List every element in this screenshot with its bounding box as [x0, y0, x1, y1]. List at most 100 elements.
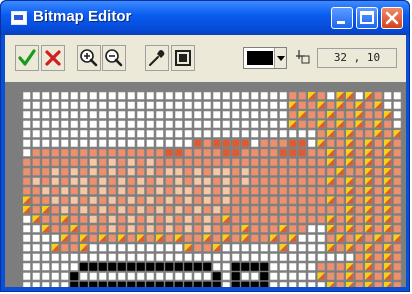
- zoom-in-button[interactable]: [77, 45, 101, 71]
- bitmap-pixel[interactable]: [269, 139, 278, 148]
- bitmap-pixel[interactable]: [117, 177, 126, 186]
- bitmap-pixel[interactable]: [108, 262, 117, 271]
- bitmap-pixel[interactable]: [41, 129, 50, 138]
- bitmap-pixel[interactable]: [155, 129, 164, 138]
- pixel-grid[interactable]: [5, 82, 406, 287]
- bitmap-pixel[interactable]: [288, 281, 297, 287]
- bitmap-pixel[interactable]: [155, 186, 164, 195]
- bitmap-pixel[interactable]: [222, 177, 231, 186]
- bitmap-pixel[interactable]: [374, 186, 383, 195]
- close-button[interactable]: [381, 7, 403, 29]
- bitmap-pixel[interactable]: [32, 272, 41, 281]
- bitmap-pixel[interactable]: [203, 158, 212, 167]
- bitmap-pixel[interactable]: [222, 167, 231, 176]
- bitmap-pixel[interactable]: [260, 205, 269, 214]
- bitmap-pixel[interactable]: [155, 177, 164, 186]
- bitmap-pixel[interactable]: [136, 91, 145, 100]
- bitmap-pixel[interactable]: [155, 262, 164, 271]
- bitmap-pixel[interactable]: [250, 262, 259, 271]
- bitmap-pixel[interactable]: [393, 196, 402, 205]
- bitmap-pixel[interactable]: [193, 215, 202, 224]
- bitmap-pixel[interactable]: [269, 196, 278, 205]
- bitmap-pixel[interactable]: [241, 91, 250, 100]
- select-frame-button[interactable]: [171, 45, 195, 71]
- bitmap-pixel[interactable]: [108, 243, 117, 252]
- bitmap-pixel[interactable]: [269, 110, 278, 119]
- bitmap-pixel[interactable]: [260, 148, 269, 157]
- bitmap-pixel[interactable]: [117, 205, 126, 214]
- bitmap-pixel[interactable]: [193, 148, 202, 157]
- bitmap-pixel[interactable]: [345, 120, 354, 129]
- bitmap-pixel[interactable]: [250, 243, 259, 252]
- bitmap-pixel[interactable]: [260, 91, 269, 100]
- bitmap-pixel[interactable]: [298, 148, 307, 157]
- bitmap-pixel[interactable]: [184, 148, 193, 157]
- bitmap-pixel[interactable]: [155, 148, 164, 157]
- bitmap-pixel[interactable]: [193, 129, 202, 138]
- eyedropper-button[interactable]: [145, 45, 169, 71]
- bitmap-pixel[interactable]: [79, 262, 88, 271]
- bitmap-pixel[interactable]: [203, 91, 212, 100]
- bitmap-pixel[interactable]: [222, 101, 231, 110]
- bitmap-pixel[interactable]: [212, 215, 221, 224]
- bitmap-pixel[interactable]: [41, 177, 50, 186]
- bitmap-pixel[interactable]: [212, 281, 221, 287]
- bitmap-pixel[interactable]: [117, 224, 126, 233]
- bitmap-pixel[interactable]: [108, 196, 117, 205]
- bitmap-pixel[interactable]: [136, 129, 145, 138]
- bitmap-pixel[interactable]: [203, 139, 212, 148]
- bitmap-pixel[interactable]: [279, 262, 288, 271]
- bitmap-pixel[interactable]: [184, 205, 193, 214]
- bitmap-pixel[interactable]: [231, 215, 240, 224]
- bitmap-pixel[interactable]: [127, 148, 136, 157]
- bitmap-pixel[interactable]: [155, 224, 164, 233]
- bitmap-pixel[interactable]: [146, 177, 155, 186]
- bitmap-pixel[interactable]: [336, 177, 345, 186]
- bitmap-pixel[interactable]: [174, 167, 183, 176]
- bitmap-pixel[interactable]: [203, 205, 212, 214]
- bitmap-pixel[interactable]: [393, 253, 402, 262]
- bitmap-pixel[interactable]: [336, 158, 345, 167]
- bitmap-pixel[interactable]: [288, 224, 297, 233]
- bitmap-pixel[interactable]: [326, 139, 335, 148]
- bitmap-pixel[interactable]: [146, 281, 155, 287]
- bitmap-pixel[interactable]: [51, 129, 60, 138]
- bitmap-pixel[interactable]: [98, 253, 107, 262]
- bitmap-pixel[interactable]: [165, 205, 174, 214]
- bitmap-pixel[interactable]: [70, 177, 79, 186]
- bitmap-pixel[interactable]: [22, 139, 31, 148]
- bitmap-pixel[interactable]: [307, 234, 316, 243]
- maximize-button[interactable]: [356, 7, 378, 29]
- bitmap-pixel[interactable]: [108, 272, 117, 281]
- bitmap-pixel[interactable]: [231, 224, 240, 233]
- bitmap-pixel[interactable]: [193, 186, 202, 195]
- bitmap-pixel[interactable]: [146, 101, 155, 110]
- bitmap-pixel[interactable]: [117, 101, 126, 110]
- bitmap-pixel[interactable]: [108, 148, 117, 157]
- bitmap-pixel[interactable]: [222, 205, 231, 214]
- bitmap-pixel[interactable]: [155, 158, 164, 167]
- bitmap-pixel[interactable]: [79, 129, 88, 138]
- bitmap-pixel[interactable]: [212, 253, 221, 262]
- bitmap-pixel[interactable]: [22, 215, 31, 224]
- bitmap-pixel[interactable]: [174, 139, 183, 148]
- bitmap-pixel[interactable]: [279, 129, 288, 138]
- bitmap-pixel[interactable]: [279, 186, 288, 195]
- bitmap-pixel[interactable]: [212, 186, 221, 195]
- bitmap-pixel[interactable]: [89, 224, 98, 233]
- bitmap-pixel[interactable]: [60, 129, 69, 138]
- bitmap-pixel[interactable]: [136, 253, 145, 262]
- bitmap-pixel[interactable]: [231, 205, 240, 214]
- bitmap-pixel[interactable]: [32, 148, 41, 157]
- bitmap-pixel[interactable]: [165, 177, 174, 186]
- bitmap-pixel[interactable]: [193, 139, 202, 148]
- bitmap-pixel[interactable]: [374, 262, 383, 271]
- bitmap-pixel[interactable]: [89, 167, 98, 176]
- bitmap-pixel[interactable]: [22, 224, 31, 233]
- bitmap-pixel[interactable]: [212, 101, 221, 110]
- bitmap-pixel[interactable]: [174, 205, 183, 214]
- bitmap-pixel[interactable]: [241, 129, 250, 138]
- bitmap-pixel[interactable]: [51, 186, 60, 195]
- bitmap-pixel[interactable]: [79, 215, 88, 224]
- bitmap-pixel[interactable]: [155, 91, 164, 100]
